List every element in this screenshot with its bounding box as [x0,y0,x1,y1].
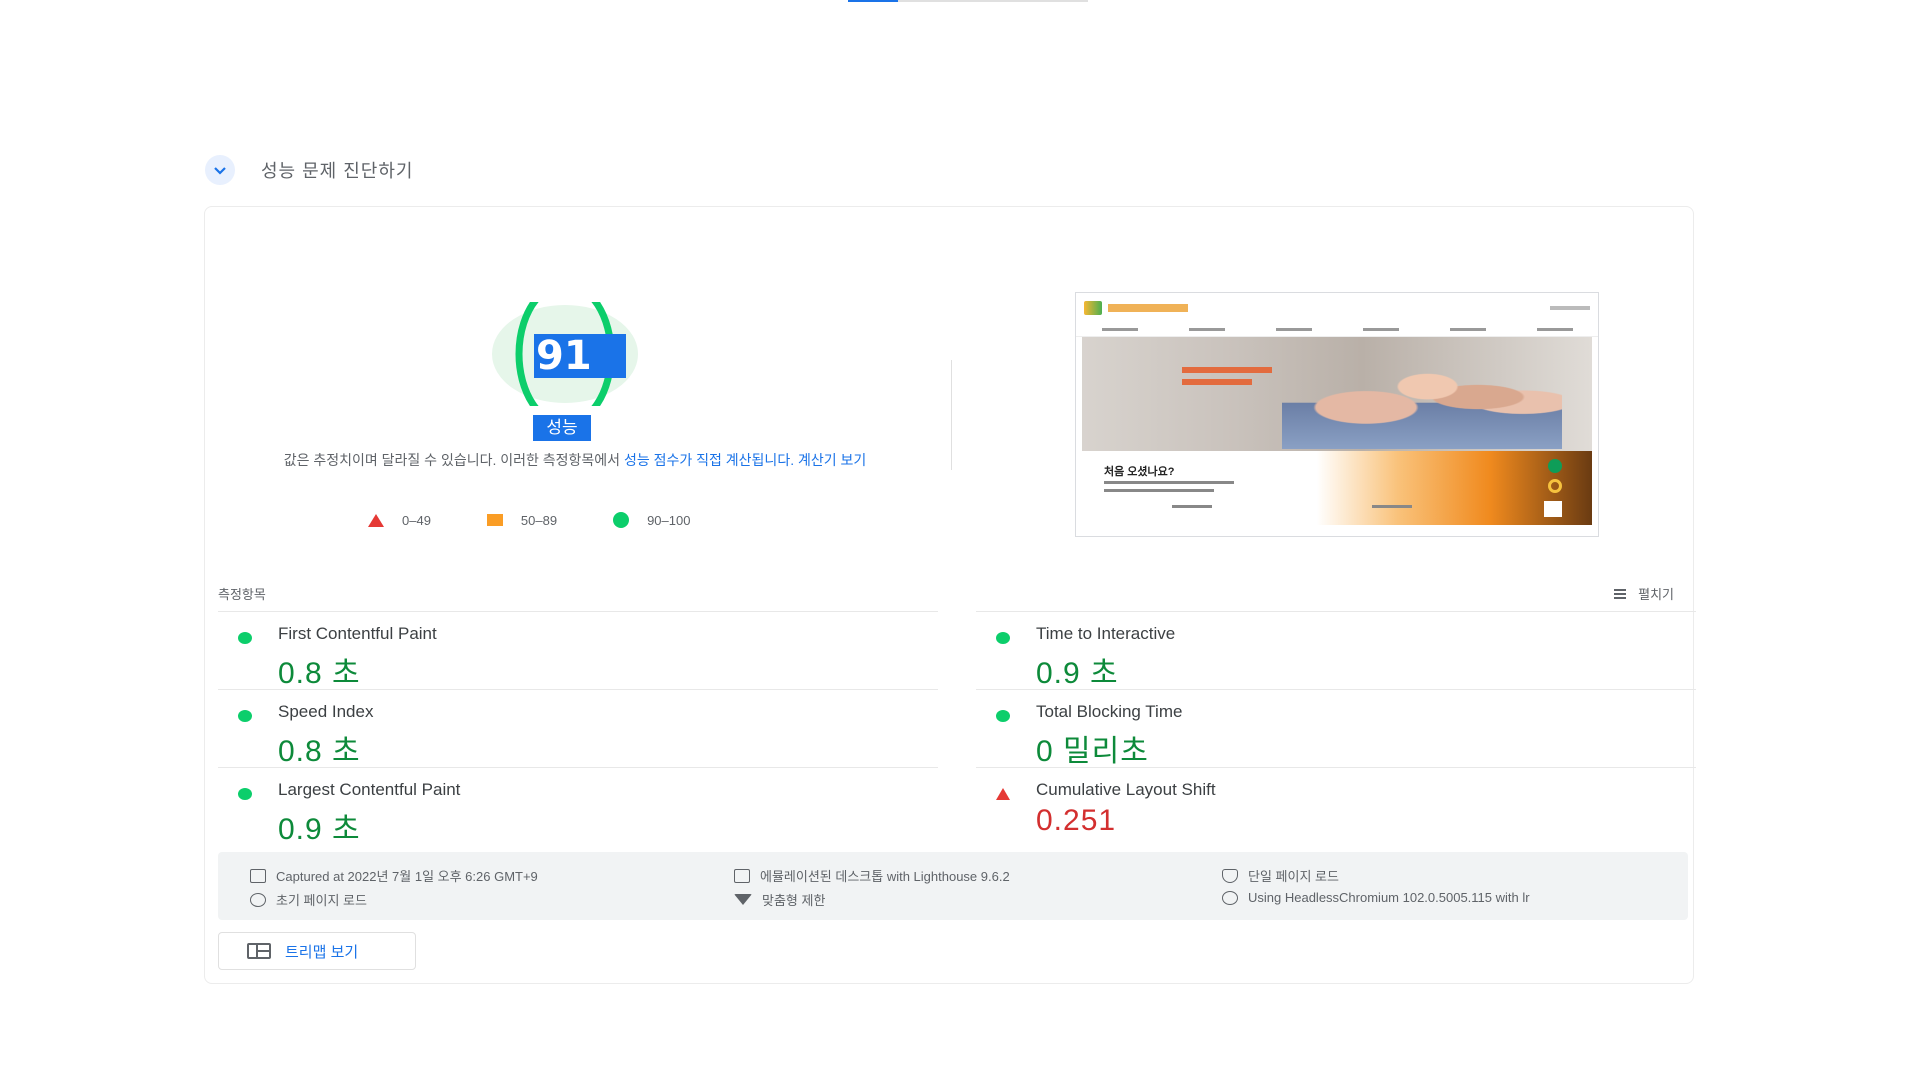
square-icon [486,514,503,526]
metric-title: Time to Interactive [1036,624,1176,643]
thumbnail-nav [1076,323,1598,337]
phone-icon [1548,459,1562,473]
diagnose-header[interactable]: 성능 문제 진단하기 [205,155,413,185]
hero-headline [1182,367,1272,373]
divider [951,360,952,470]
legend-range: 90–100 [647,512,691,528]
circle-icon [613,512,630,528]
info-text: 초기 페이지 로드 [276,893,367,908]
thumbnail-hero-image [1082,337,1592,451]
performance-description: 값은 추정치이며 달라질 수 있습니다. 이러한 측정항목에서 성능 점수가 직… [250,450,900,471]
metrics-right-column: Time to Interactive 0.9 초 Total Blocking… [976,611,1696,845]
timer-icon [250,892,266,907]
family-photo [1282,345,1562,449]
metric-first-contentful-paint: First Contentful Paint 0.8 초 [218,611,938,690]
active-tab-underline [848,0,898,2]
pass-circle-icon [238,710,252,722]
metric-cumulative-layout-shift: Cumulative Layout Shift 0.251 [976,767,1696,845]
hero-headline [1182,379,1252,385]
info-single-page: 단일 페이지 로드 [1222,866,1339,885]
metric-value: 0.251 [1036,804,1117,837]
view-treemap-button[interactable]: 트리맵 보기 [218,932,416,970]
metric-title: First Contentful Paint [278,624,437,643]
info-emulated-device: 에뮬레이션된 데스크톱 with Lighthouse 9.6.2 [734,866,1010,885]
metric-value: 0.8 초 [278,657,361,690]
calendar-icon [250,868,266,883]
legend-range: 0–49 [402,512,431,528]
metric-title: Speed Index [278,702,374,721]
wifi-icon [734,894,752,905]
calculator-link[interactable]: 계산기 보기 [798,452,866,468]
final-screenshot-thumbnail[interactable]: 처음 오셨나요? [1075,292,1599,537]
info-text: 단일 페이지 로드 [1248,869,1339,884]
info-text: Using HeadlessChromium 102.0.5005.115 wi… [1248,890,1530,905]
metrics-section-label: 측정항목 [218,587,266,602]
info-text: Captured at 2022년 7월 1일 오후 6:26 GMT+9 [276,869,538,884]
performance-gauge: 91 [492,302,692,412]
metric-largest-contentful-paint: Largest Contentful Paint 0.9 초 [218,767,938,846]
description-text: 값은 추정치이며 달라질 수 있습니다. 이러한 측정항목에서 [283,452,624,468]
legend-pass: 90–100 [613,512,690,528]
chevron-down-icon[interactable] [205,155,235,185]
diagnose-title: 성능 문제 진단하기 [261,161,414,181]
performance-label: 성능 [533,415,591,441]
metric-value: 0.9 초 [1036,657,1119,690]
legend-range: 50–89 [520,512,558,528]
metric-title: Cumulative Layout Shift [1036,780,1216,799]
metric-time-to-interactive: Time to Interactive 0.9 초 [976,611,1696,690]
metric-value: 0.8 초 [278,735,361,768]
inactive-tab-underline [898,0,1088,2]
info-browser: Using HeadlessChromium 102.0.5005.115 wi… [1222,890,1530,905]
globe-icon [1222,890,1238,905]
site-logo [1084,301,1102,315]
info-text: 맞춤형 제한 [762,893,826,908]
site-brand [1108,304,1188,312]
banner-question: 처음 오셨나요? [1104,466,1175,478]
square-icon [1544,501,1562,517]
triangle-icon [368,513,384,527]
pass-circle-icon [996,710,1010,722]
metric-title: Total Blocking Time [1036,702,1183,721]
treemap-label: 트리맵 보기 [285,943,359,961]
treemap-icon [247,943,271,959]
metric-title: Largest Contentful Paint [278,780,461,799]
metric-value: 0.9 초 [278,813,361,846]
thumbnail-header [1076,293,1598,323]
expand-view-toggle[interactable]: 펼치기 [1614,584,1674,603]
metrics-left-column: First Contentful Paint 0.8 초 Speed Index… [218,611,938,846]
info-text: 에뮬레이션된 데스크톱 with Lighthouse 9.6.2 [760,869,1010,884]
ring-icon [1548,479,1562,493]
pass-circle-icon [996,632,1010,644]
score-legend: 0–49 50–89 90–100 [368,512,690,528]
score-calculation-link[interactable]: 성능 점수가 직접 계산됩니다. [624,452,794,468]
metric-speed-index: Speed Index 0.8 초 [218,689,938,768]
fail-triangle-icon [996,788,1010,800]
legend-fail: 0–49 [368,513,431,528]
top-tab-indicator [848,0,1088,2]
thumbnail-banner: 처음 오셨나요? [1082,451,1592,525]
site-util-links [1550,306,1590,310]
info-initial-load: 초기 페이지 로드 [250,890,367,909]
runtime-info-bar: Captured at 2022년 7월 1일 오후 6:26 GMT+9 초기… [218,852,1688,920]
pass-circle-icon [238,632,252,644]
legend-average: 50–89 [486,512,558,528]
metric-value: 0 밀리초 [1036,735,1149,768]
user-icon [1222,868,1238,883]
performance-score: 91 [534,334,626,378]
pass-circle-icon [238,788,252,800]
desktop-icon [734,868,750,883]
info-captured: Captured at 2022년 7월 1일 오후 6:26 GMT+9 [250,866,538,885]
metric-total-blocking-time: Total Blocking Time 0 밀리초 [976,689,1696,768]
expand-label: 펼치기 [1638,587,1674,602]
expand-icon [1614,588,1627,599]
info-throttling: 맞춤형 제한 [734,890,825,909]
